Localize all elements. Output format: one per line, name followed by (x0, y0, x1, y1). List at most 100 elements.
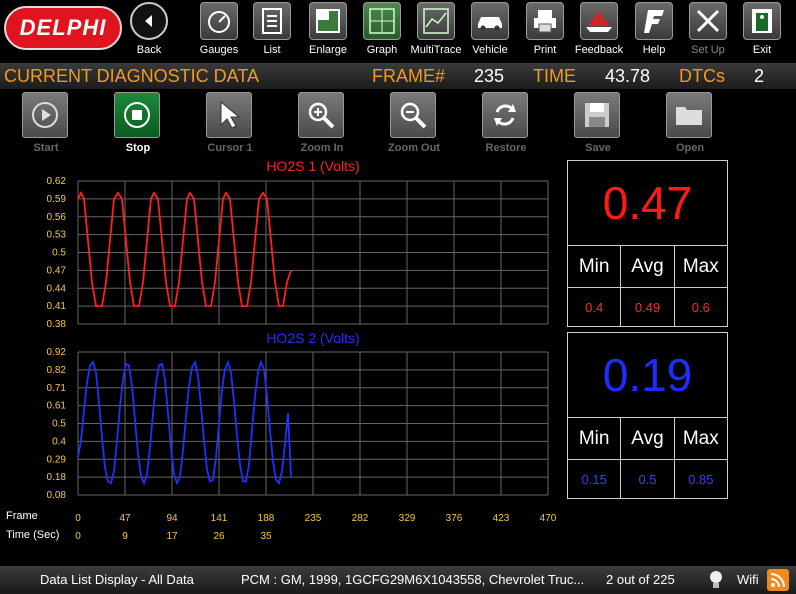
enlarge-button[interactable]: Enlarge (303, 2, 353, 58)
zoom-in-label: Zoom In (300, 142, 344, 154)
ho2s1-value-panel: 0.47 Min Avg Max 0.4 0.49 0.6 (567, 160, 728, 327)
ho2s1-current-value: 0.47 (568, 161, 727, 246)
frame-tick-label: 235 (304, 513, 322, 524)
y-tick-label: 0.5 (52, 419, 66, 430)
page-counter: 2 out of 225 (606, 572, 675, 587)
frame-label: FRAME# (372, 66, 446, 86)
display-mode-text: Data List Display - All Data (40, 572, 194, 587)
printer-icon (526, 2, 564, 40)
back-label: Back (136, 44, 162, 56)
time-tick-label: 35 (260, 531, 272, 542)
setup-button[interactable]: Set Up (683, 2, 733, 58)
print-button[interactable]: Print (520, 2, 570, 58)
ho2s1-min-value: 0.4 (568, 288, 622, 326)
status-bar: Data List Display - All Data PCM : GM, 1… (0, 566, 796, 594)
car-icon (471, 2, 509, 40)
y-tick-label: 0.56 (47, 212, 67, 223)
feedback-button[interactable]: Feedback (574, 2, 624, 58)
y-tick-label: 0.61 (47, 401, 67, 412)
y-tick-label: 0.71 (47, 383, 67, 394)
y-tick-label: 0.62 (47, 176, 67, 187)
start-button[interactable]: Start (20, 92, 72, 158)
series-line-ho2s-2 (77, 359, 292, 486)
zoom-in-icon (298, 92, 344, 138)
ho2s2-min-value: 0.15 (568, 460, 622, 498)
list-button[interactable]: List (247, 2, 297, 58)
frame-tick-label: 47 (119, 513, 131, 524)
ho2s1-chart: HO2S 1 (Volts) 0.62 0.59 0.56 0.53 0.5 0.47 0.4… (47, 158, 549, 330)
series-line-ho2s-1 (77, 190, 292, 308)
back-arrow-icon (130, 2, 168, 40)
frame-tick-label: 423 (492, 513, 510, 524)
logo-text: DELPHI (19, 15, 107, 40)
vehicle-button[interactable]: Vehicle (465, 2, 515, 58)
y-tick-label: 0.82 (47, 365, 67, 376)
y-tick-label: 0.53 (47, 230, 67, 241)
frame-tick-label: 329 (398, 513, 416, 524)
time-axis-label: Time (Sec) (6, 529, 60, 541)
play-icon (22, 92, 68, 138)
gauge-icon (200, 2, 238, 40)
ho2s2-max-value: 0.85 (688, 471, 714, 487)
open-button[interactable]: Open (664, 92, 716, 158)
back-button[interactable]: Back (124, 2, 174, 58)
exit-button[interactable]: Exit (737, 2, 787, 58)
time-tick-label: 9 (122, 531, 128, 542)
frame-tick-label: 94 (166, 513, 178, 524)
ho2s2-value-panel: 0.19 Min Avg Max 0.15 0.5 0.85 (567, 332, 728, 499)
frame-tick-label: 188 (257, 513, 275, 524)
y-tick-label: 0.18 (47, 472, 67, 483)
graph-icon (363, 2, 401, 40)
lightbulb-icon[interactable] (706, 569, 726, 591)
multitrace-icon (417, 2, 455, 40)
ho2s1-avg-value: 0.49 (621, 288, 675, 326)
y-tick-label: 0.08 (47, 490, 67, 500)
frame-tick-label: 470 (539, 513, 557, 524)
help-icon (635, 2, 673, 40)
chart-title: HO2S 2 (Volts) (266, 330, 359, 346)
ho2s2-avg-header: Avg (621, 418, 675, 459)
zoom-out-button[interactable]: Zoom Out (388, 92, 440, 158)
graph-button[interactable]: Graph (357, 2, 407, 58)
cursor-label: Cursor 1 (207, 142, 253, 154)
y-tick-label: 0.4 (52, 436, 66, 447)
y-tick-label: 0.92 (47, 347, 67, 358)
restore-button[interactable]: Restore (480, 92, 532, 158)
zoom-in-button[interactable]: Zoom In (296, 92, 348, 158)
y-tick-label: 0.29 (47, 454, 67, 465)
stop-icon (114, 92, 160, 138)
exit-icon (743, 2, 781, 40)
folder-icon (666, 92, 712, 138)
frame-tick-label: 376 (445, 513, 463, 524)
wifi-icon[interactable] (767, 569, 789, 591)
save-icon (574, 92, 620, 138)
ho2s1-min-header: Min (568, 246, 622, 287)
open-label: Open (675, 142, 705, 154)
ho2s1-max-value: 0.6 (691, 299, 710, 315)
time-tick-label: 0 (75, 531, 81, 542)
frame-axis-label: Frame (6, 510, 38, 522)
time-tick-label: 17 (166, 531, 178, 542)
ho2s2-chart: HO2S 2 (Volts) 0.92 0.82 0.71 0.61 0.5 0.4 0.29… (47, 330, 549, 500)
zoom-out-label: Zoom Out (388, 142, 440, 154)
exit-label: Exit (752, 44, 772, 56)
help-button[interactable]: Help (629, 2, 679, 58)
multitrace-button[interactable]: MultiTrace (411, 2, 461, 58)
frame-tick-label: 141 (210, 513, 228, 524)
ho2s2-avg-value: 0.5 (621, 460, 675, 498)
frame-tick-label: 282 (351, 513, 369, 524)
y-tick-label: 0.47 (47, 265, 67, 276)
ho2s2-current-value: 0.19 (568, 333, 727, 418)
enlarge-icon (309, 2, 347, 40)
restore-icon (482, 92, 528, 138)
start-label: Start (33, 142, 59, 154)
y-tick-label: 0.59 (47, 194, 67, 205)
save-label: Save (585, 142, 611, 154)
feedback-ship-icon (580, 2, 618, 40)
wifi-label: Wifi (737, 572, 759, 587)
tools-icon (689, 2, 727, 40)
save-button[interactable]: Save (572, 92, 624, 158)
stop-button[interactable]: Stop (112, 92, 164, 158)
cursor-button[interactable]: Cursor 1 (204, 92, 256, 158)
restore-label: Restore (485, 142, 527, 154)
